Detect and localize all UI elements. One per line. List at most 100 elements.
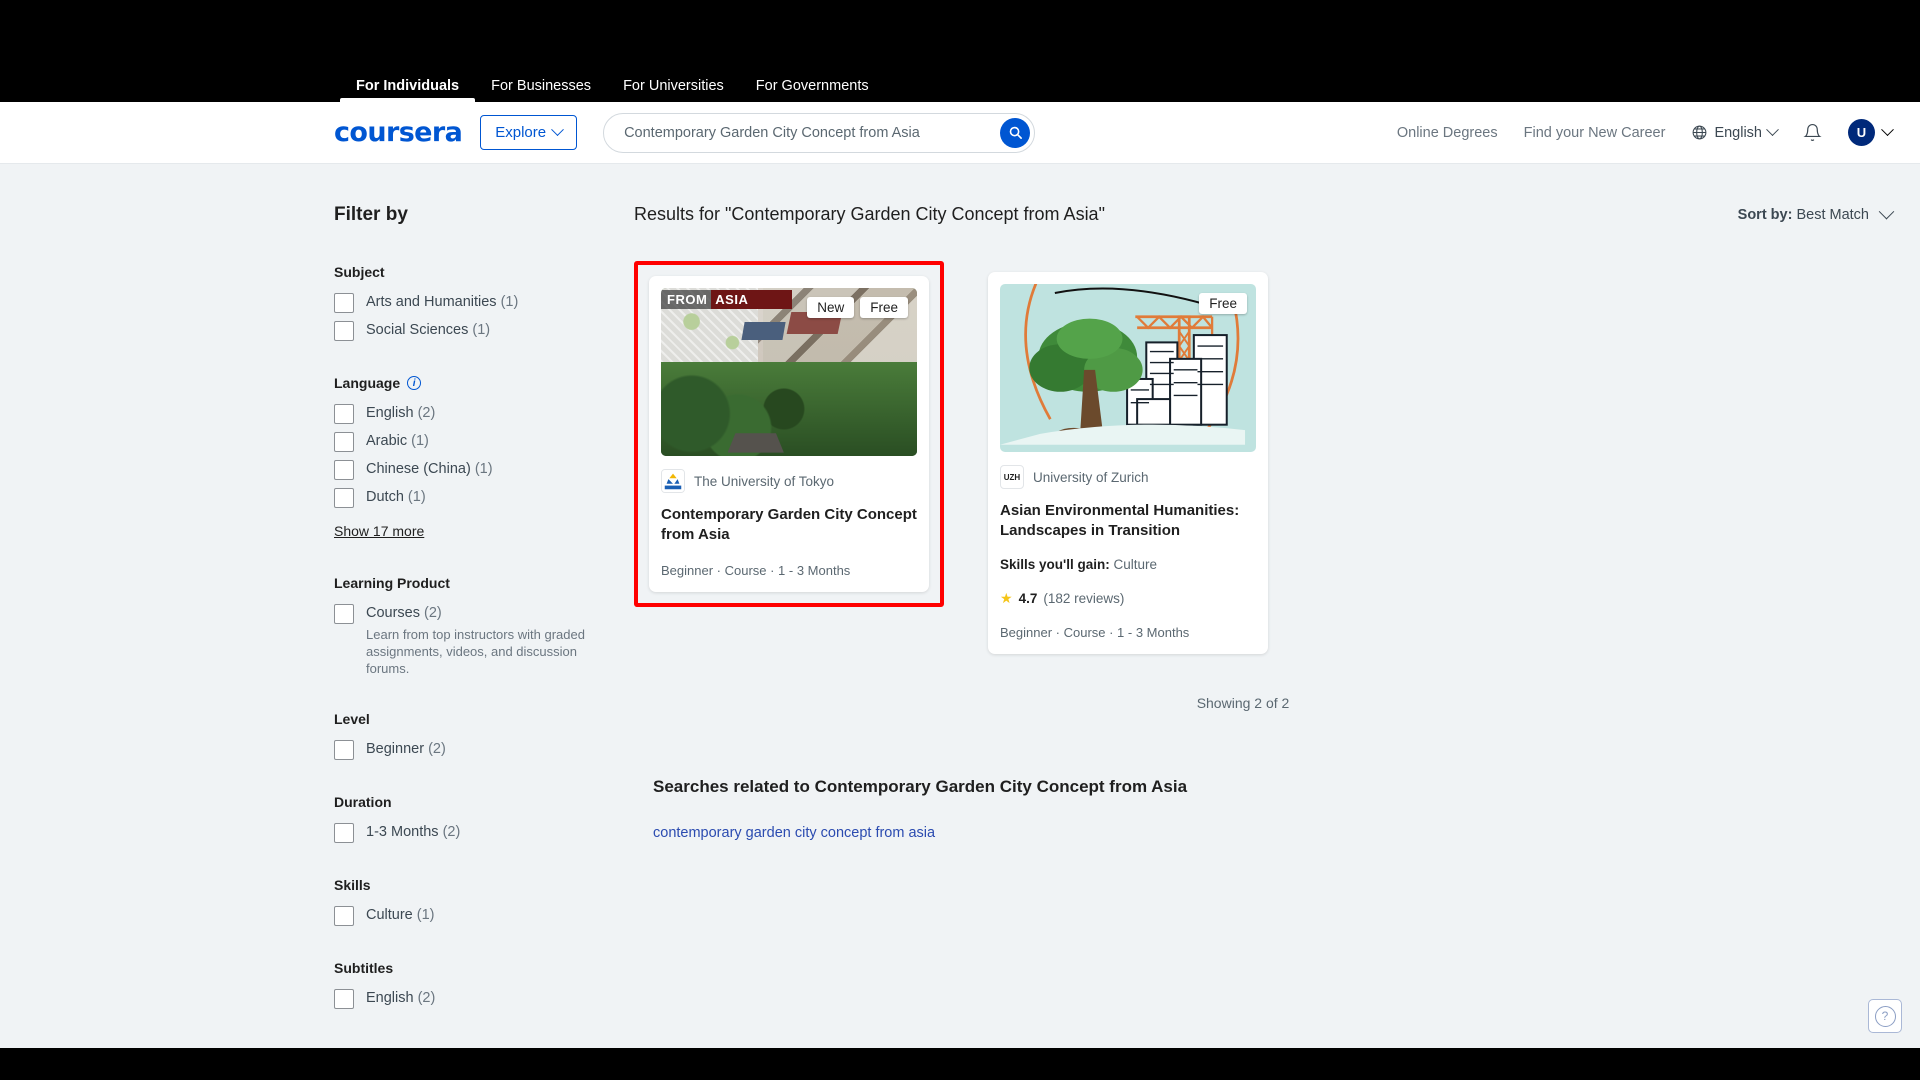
language-selector[interactable]: English: [1691, 123, 1779, 141]
filter-option-courses[interactable]: Courses (2) Learn from top instructors w…: [334, 603, 604, 677]
filter-option-label: Arts and Humanities: [366, 294, 497, 310]
course-meta: Beginner · Course · 1 - 3 Months: [1000, 625, 1190, 640]
checkbox[interactable]: [334, 293, 354, 313]
coursera-logo[interactable]: coursera: [334, 117, 463, 148]
filter-option-label: English: [366, 990, 414, 1006]
checkbox[interactable]: [334, 906, 354, 926]
course-card-contemporary-garden-city[interactable]: FROM ASIA New Free The University of Tok…: [649, 276, 929, 592]
badge-free: Free: [860, 297, 908, 318]
utokyo-crest-icon: [662, 470, 684, 492]
filter-option-beginner[interactable]: Beginner (2): [334, 739, 604, 760]
filter-group-label: Subtitles: [334, 960, 394, 976]
filter-option-count: (1): [474, 461, 493, 477]
checkbox[interactable]: [334, 823, 354, 843]
notification-bell-icon[interactable]: [1803, 123, 1822, 142]
filter-option-social-sciences[interactable]: Social Sciences (1): [334, 320, 604, 341]
show-more-languages-link[interactable]: Show 17 more: [334, 523, 424, 539]
topnav-item-for-individuals[interactable]: For Individuals: [340, 78, 476, 103]
filter-group-label: Level: [334, 711, 370, 727]
nav-link-find-your-new-career[interactable]: Find your New Career: [1524, 125, 1666, 141]
filter-option-1-3-months[interactable]: 1-3 Months (2): [334, 822, 604, 843]
chevron-down-icon: [1766, 123, 1779, 137]
filter-option-arabic[interactable]: Arabic (1): [334, 431, 604, 452]
checkbox[interactable]: [334, 604, 354, 624]
filter-option-culture[interactable]: Culture (1): [334, 905, 604, 926]
thumbnail-overlay-from: FROM: [661, 289, 712, 309]
badge-free: Free: [1199, 293, 1247, 314]
star-icon: ★: [1000, 590, 1013, 606]
filter-group-language: Language i English (2) Arabic (1) Chines…: [334, 375, 604, 541]
filter-option-count: (1): [407, 489, 426, 505]
topnav-item-for-governments[interactable]: For Governments: [740, 78, 885, 103]
filter-group-skills: Skills Culture (1): [334, 877, 604, 926]
showing-count: Showing 2 of 2: [1196, 695, 1290, 711]
sort-by-dropdown[interactable]: Sort by: Best Match: [1738, 203, 1895, 223]
search-submit-button[interactable]: [1000, 117, 1031, 148]
user-menu[interactable]: U: [1848, 119, 1894, 146]
filter-sidebar: Filter by Subject Arts and Humanities (1…: [334, 204, 634, 1043]
nav-link-online-degrees[interactable]: Online Degrees: [1397, 125, 1498, 141]
explore-button[interactable]: Explore: [480, 115, 578, 150]
checkbox[interactable]: [334, 321, 354, 341]
filter-option-count: (1): [416, 907, 435, 923]
course-title[interactable]: Asian Environmental Humanities: Landscap…: [1000, 501, 1256, 541]
results-card-grid: FROM ASIA New Free The University of Tok…: [634, 261, 1892, 665]
topnav-item-for-businesses[interactable]: For Businesses: [475, 78, 607, 103]
university-of-zurich-logo: UZH: [1000, 465, 1024, 489]
course-partner: The University of Tokyo: [661, 469, 917, 493]
course-card-asian-environmental-humanities[interactable]: Free UZH University of Zurich Asian Envi…: [988, 272, 1268, 654]
course-thumbnail: Free: [1000, 284, 1256, 452]
search-icon: [1009, 126, 1022, 139]
partner-name: University of Zurich: [1033, 469, 1149, 485]
search-results: Results for "Contemporary Garden City Co…: [634, 203, 1895, 1043]
filter-by-heading: Filter by: [334, 204, 408, 225]
header-right-nav: Online Degrees Find your New Career Engl…: [1397, 119, 1894, 146]
filter-option-label: 1-3 Months: [366, 824, 439, 840]
filter-option-chinese-china[interactable]: Chinese (China) (1): [334, 459, 604, 480]
checkbox[interactable]: [334, 989, 354, 1009]
language-label: English: [1714, 124, 1762, 141]
filter-option-dutch[interactable]: Dutch (1): [334, 487, 604, 508]
course-thumbnail: FROM ASIA New Free: [661, 288, 917, 456]
question-mark-icon: ?: [1874, 1005, 1896, 1027]
top-audience-nav: For Individuals For Businesses For Unive…: [0, 64, 1920, 102]
chevron-down-icon: [551, 123, 564, 137]
page-body: Filter by Subject Arts and Humanities (1…: [0, 164, 1920, 1043]
course-badges: New Free: [807, 297, 908, 318]
filter-option-count: (1): [411, 433, 429, 449]
rating-reviews: (182 reviews): [1043, 591, 1125, 606]
avatar: U: [1848, 119, 1875, 146]
thumbnail-overlay-asia: ASIA: [711, 289, 793, 309]
filter-group-label-wrap: Language i: [334, 375, 604, 391]
related-search-link[interactable]: contemporary garden city concept from as…: [653, 825, 935, 841]
checkbox[interactable]: [334, 404, 354, 424]
info-icon[interactable]: i: [407, 376, 422, 390]
search-input[interactable]: [603, 112, 1036, 153]
filter-group-learning-product: Learning Product Courses (2) Learn from …: [334, 575, 604, 677]
filter-option-subtitles-english[interactable]: English (2): [334, 988, 604, 1009]
filter-option-english[interactable]: English (2): [334, 403, 604, 424]
filter-option-count: (1): [472, 322, 491, 338]
university-of-tokyo-logo: [661, 469, 685, 493]
help-button[interactable]: ?: [1868, 999, 1902, 1033]
filter-group-label: Duration: [334, 794, 392, 810]
results-heading: Results for "Contemporary Garden City Co…: [634, 204, 1105, 224]
filter-option-count: (2): [428, 741, 446, 757]
topnav-item-for-universities[interactable]: For Universities: [607, 78, 740, 103]
filter-group-label: Learning Product: [334, 575, 450, 591]
filter-option-count: (1): [500, 294, 519, 310]
checkbox[interactable]: [334, 460, 354, 480]
filter-option-description: Learn from top instructors with graded a…: [366, 627, 585, 676]
filter-option-count: (2): [442, 824, 461, 840]
result-card-highlight-wrapper: FROM ASIA New Free The University of Tok…: [634, 261, 944, 607]
checkbox[interactable]: [334, 432, 354, 452]
filter-option-arts-and-humanities[interactable]: Arts and Humanities (1): [334, 292, 604, 313]
related-searches: Searches related to Contemporary Garden …: [634, 777, 1892, 842]
site-header: coursera Explore Online Degrees Find you…: [0, 102, 1920, 164]
result-card-wrapper: Free UZH University of Zurich Asian Envi…: [977, 261, 1279, 665]
filter-option-label: Beginner: [366, 741, 425, 757]
checkbox[interactable]: [334, 740, 354, 760]
course-title[interactable]: Contemporary Garden City Concept from As…: [661, 505, 917, 545]
checkbox[interactable]: [334, 488, 354, 508]
filter-option-label: Culture: [366, 907, 413, 923]
